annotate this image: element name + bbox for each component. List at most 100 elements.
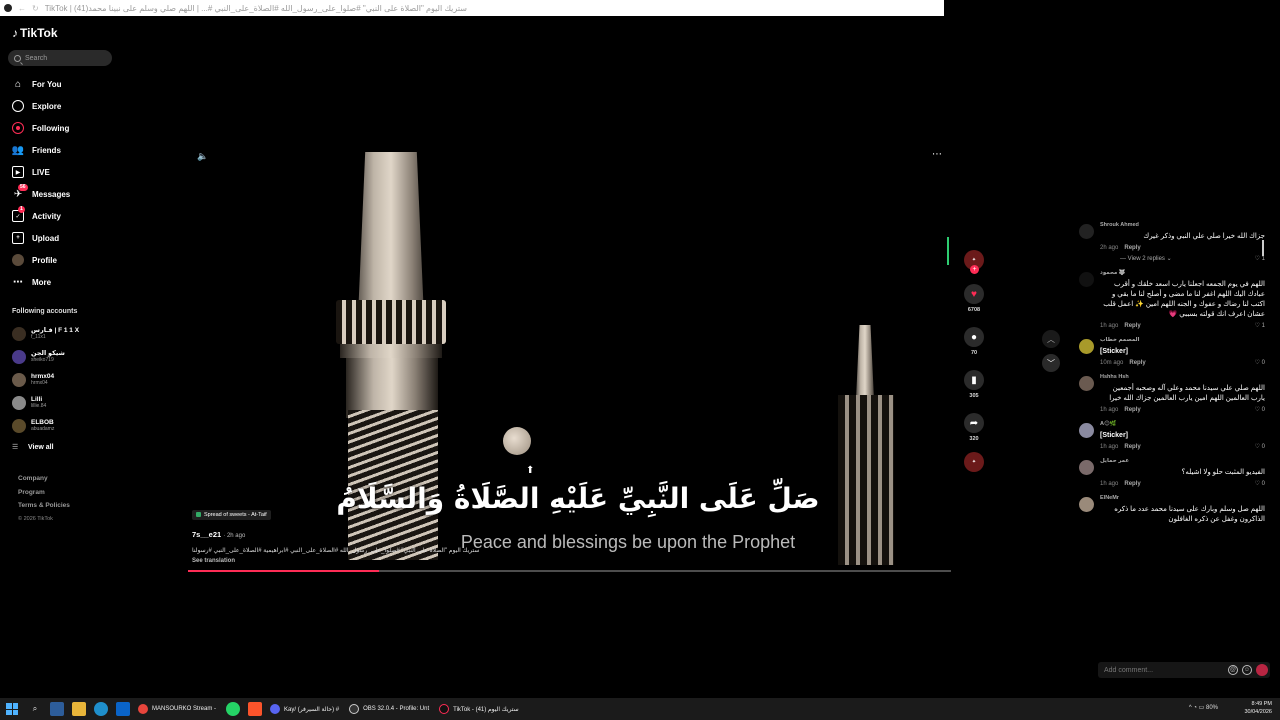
comment-like[interactable]: ♡ 0 [1255,443,1265,450]
avatar[interactable] [1079,272,1094,287]
footer-link-terms[interactable]: Terms & Policies [18,502,70,516]
view-all-button[interactable]: ☰ View all [12,439,79,455]
reply-button[interactable]: Reply [1124,481,1140,487]
system-tray[interactable]: ^ ◔ ▭ 80% [1189,704,1218,711]
reload-icon[interactable]: ↻ [32,4,39,13]
windows-start-icon[interactable] [6,703,18,715]
comment-user[interactable]: ElNeMr [1100,495,1275,501]
account-item[interactable]: hrmx04 hrmx04 [12,368,79,391]
avatar[interactable] [1079,460,1094,475]
like-button[interactable]: ♥ [964,284,984,304]
clock[interactable]: 8:49 PM 30/04/2026 [1244,700,1272,716]
account-name: فـارس | F 1 1 X [31,327,80,334]
wifi-icon[interactable]: ◔ [1193,705,1197,711]
live-icon: ▶ [12,166,24,178]
see-translation-link[interactable]: See translation [192,558,592,564]
reply-button[interactable]: Reply [1124,407,1140,413]
view-replies-button[interactable]: — View 2 replies ⌄ [1100,255,1275,262]
footer-link-company[interactable]: Company [18,475,70,489]
discord-icon [270,704,281,714]
nav-profile[interactable]: Profile [12,249,70,271]
comment-like[interactable]: ♡ 1 [1255,255,1265,262]
nav-explore[interactable]: Explore [12,95,70,117]
search-input[interactable]: Search [8,50,112,66]
save-button[interactable]: ▮ [964,370,984,390]
reply-button[interactable]: Reply [1124,245,1140,251]
avatar [12,326,26,341]
comment-like[interactable]: ♡ 0 [1255,480,1265,487]
account-item[interactable]: فـارس | F 1 1 X f_11x1 [12,322,79,345]
add-comment-input[interactable]: Add comment... @ ☺ [1098,662,1270,678]
taskbar-task-discord[interactable]: Kay/ (حالة السيرفر) # [270,704,339,714]
mouse-cursor-icon: ⬆ [526,465,535,476]
follow-plus-icon[interactable]: + [970,265,979,274]
nav-activity[interactable]: ✓ 1 Activity [12,205,70,227]
comment-user[interactable]: Shrouk Ahmed [1100,222,1275,228]
search-icon[interactable]: ⌕ [28,702,42,716]
creator-avatar[interactable]: ✦ + [964,250,984,274]
previous-video-button[interactable]: ︿ [1042,330,1060,348]
battery-icon[interactable]: ▭ [1199,705,1205,711]
chevron-up-icon[interactable]: ^ [1189,705,1192,711]
chevron-down-icon: ﹀ [1047,358,1055,368]
footer-links: Company Program Terms & Policies © 2026 … [18,475,70,522]
nav-live[interactable]: ▶ LIVE [12,161,70,183]
taskbar-task-obs[interactable]: OBS 32.0.4 - Profile: Unt [349,704,429,714]
avatar[interactable] [1079,339,1094,354]
nav-friends[interactable]: 👥 Friends [12,139,70,161]
account-item[interactable]: شيكو الجن sheiko719 [12,345,79,368]
widgets-icon[interactable] [50,702,64,716]
comment-user[interactable]: A😊🌿 [1100,421,1275,427]
comment-user[interactable]: المصمم خطاب [1100,337,1275,343]
video-player[interactable]: 🔈 ⋯ ⬆ صَلِّ عَلَى النَّبِيِّ عَلَيْهِ ال… [188,140,951,572]
comment-user[interactable]: محمود 🐺 [1100,270,1275,276]
comment-like-count: 0 [1261,481,1265,487]
nav-for-you[interactable]: ⌂ For You [12,73,70,95]
avatar[interactable] [1079,376,1094,391]
comment-like[interactable]: ♡ 0 [1255,359,1265,366]
nav-upload[interactable]: + Upload [12,227,70,249]
file-explorer-icon[interactable] [72,702,86,716]
post-comment-icon[interactable] [1256,664,1268,676]
more-options-icon[interactable]: ⋯ [932,149,943,160]
outlook-icon[interactable] [116,702,130,716]
sound-tag[interactable]: Spread of sweets - At-Taif [192,509,271,520]
next-video-button[interactable]: ﹀ [1042,354,1060,372]
brave-icon[interactable] [248,702,263,716]
live-indicator-bar [947,237,949,265]
nav-following[interactable]: Following [12,117,70,139]
author-name[interactable]: 7s__e21 [192,530,221,539]
comment-user[interactable]: Hshhs Hsh [1100,374,1275,380]
back-icon[interactable]: ← [18,4,26,13]
nav-label: Friends [32,145,61,155]
video-progress-bar[interactable] [188,570,951,572]
edge-icon[interactable] [94,702,108,716]
emoji-icon[interactable]: ☺ [1242,665,1252,675]
avatar[interactable] [1079,497,1094,512]
taskbar-task-tiktok[interactable]: TikTok - ستريك اليوم (41) [439,704,519,714]
sound-disc[interactable]: ✦ [964,452,984,472]
whatsapp-icon[interactable] [226,702,241,716]
tiktok-logo[interactable]: ♪ TikTok [12,26,58,40]
nav-label: Following [32,123,70,133]
avatar[interactable] [1079,224,1094,239]
account-item[interactable]: ELBOB abuadamz [12,414,79,437]
comment-like[interactable]: ♡ 0 [1255,406,1265,413]
comment-like[interactable]: ♡ 1 [1255,322,1265,329]
taskbar-task-chrome[interactable]: MANSOURKO Stream - [138,704,216,714]
reply-button[interactable]: Reply [1124,444,1140,450]
footer-link-program[interactable]: Program [18,489,70,503]
reply-button[interactable]: Reply [1129,360,1145,366]
mention-icon[interactable]: @ [1228,665,1238,675]
reply-button[interactable]: Reply [1124,323,1140,329]
minaret-ring [340,344,442,358]
comments-scrollbar[interactable] [1262,240,1264,256]
avatar[interactable] [1079,423,1094,438]
nav-more[interactable]: ⋯ More [12,271,70,293]
comment-button[interactable]: ● [964,327,984,347]
volume-icon[interactable]: 🔈 [197,151,208,162]
account-item[interactable]: Lilli lillie.84 [12,391,79,414]
nav-messages[interactable]: ✈ 56 Messages [12,183,70,205]
share-button[interactable]: ➦ [964,413,984,433]
comment-user[interactable]: عمر حمايل [1100,458,1275,464]
